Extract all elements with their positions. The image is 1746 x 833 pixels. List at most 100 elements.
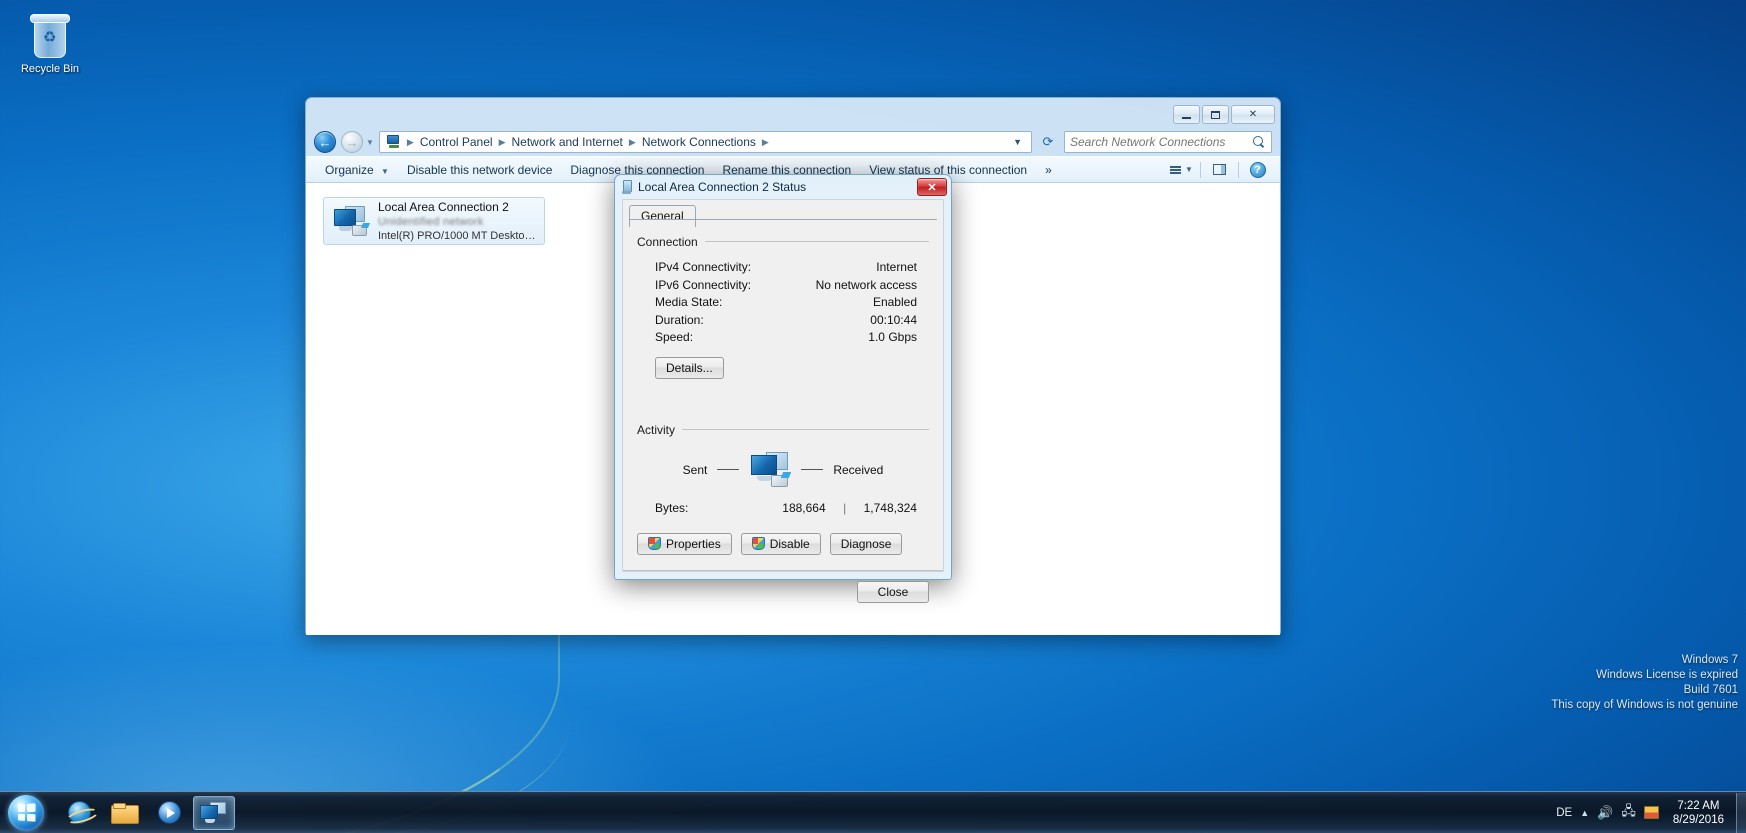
action-center-flag-icon[interactable] [1643, 806, 1659, 819]
connection-rows: IPv4 Connectivity: Internet IPv6 Connect… [637, 251, 929, 347]
taskbar-media-player[interactable] [148, 796, 190, 830]
breadcrumb-control-panel[interactable]: Control Panel [416, 133, 497, 151]
received-label: Received [833, 462, 884, 477]
dialog-titlebar[interactable]: Local Area Connection 2 Status ✕ [615, 175, 951, 199]
details-button[interactable]: Details... [655, 356, 724, 379]
connection-group: Connection IPv4 Connectivity: Internet I… [637, 233, 929, 379]
breadcrumb-separator-icon[interactable]: ▶ [760, 137, 771, 148]
taskbar-internet-explorer[interactable] [58, 796, 100, 830]
properties-label: Properties [666, 536, 721, 551]
show-desktop-button[interactable] [1736, 792, 1746, 833]
bytes-divider: | [843, 500, 847, 515]
row-media-state: Media State: Enabled [655, 294, 929, 312]
address-dropdown-icon[interactable]: ▼ [1007, 137, 1028, 147]
search-input[interactable] [1070, 135, 1253, 149]
media-state-label: Media State: [655, 295, 723, 309]
media-state-value: Enabled [872, 295, 917, 309]
speed-label: Speed: [655, 330, 694, 344]
change-view-button[interactable]: ▼ [1169, 160, 1194, 180]
activity-computer-icon [749, 451, 791, 489]
refresh-button[interactable]: ⟳ [1037, 131, 1059, 153]
explorer-titlebar[interactable]: ✕ [306, 98, 1280, 128]
organize-label: Organize [325, 162, 374, 177]
taskbar: DE ▲ 🔊 🖧 7:22 AM 8/29/2016 [0, 791, 1746, 833]
organize-button[interactable]: Organize ▼ [316, 160, 398, 180]
taskbar-windows-explorer[interactable] [103, 796, 145, 830]
breadcrumb-network-connections[interactable]: Network Connections [638, 133, 760, 151]
tab-underline [629, 219, 937, 220]
properties-button[interactable]: Properties [637, 532, 732, 555]
watermark-line-2: Windows License is expired [1596, 669, 1738, 681]
desktop-icon-recycle-bin[interactable]: ♻ Recycle Bin [8, 10, 92, 76]
taskbar-network-connections[interactable] [193, 795, 235, 830]
list-item[interactable]: Local Area Connection 2 Unidentified net… [323, 197, 545, 245]
show-hidden-icons-chevron-icon[interactable]: ▲ [1580, 808, 1589, 818]
bytes-sent-value: 188,664 [782, 500, 826, 515]
help-icon: ? [1249, 161, 1266, 178]
language-indicator[interactable]: DE [1556, 807, 1572, 819]
forward-button[interactable]: → [341, 131, 363, 153]
status-dialog: Local Area Connection 2 Status ✕ General… [614, 174, 952, 603]
bytes-received-value: 1,748,324 [863, 500, 917, 515]
window-controls: ✕ [1173, 105, 1275, 124]
ipv6-connectivity-value: No network access [815, 277, 917, 292]
disable-button[interactable]: Disable [740, 532, 821, 555]
tab-strip: General [623, 200, 943, 227]
details-button-wrap: Details... [637, 347, 929, 379]
minimize-button[interactable] [1173, 105, 1200, 124]
recycle-bin-icon: ♻ [27, 10, 73, 60]
disable-label: Disable [769, 536, 810, 551]
row-bytes: Bytes: 188,664 | 1,748,324 [637, 501, 929, 515]
connection-group-title: Connection [637, 235, 705, 249]
network-folder-icon [386, 134, 402, 150]
action-buttons: Properties Disable Diagnose [623, 532, 943, 555]
ipv6-connectivity-label: IPv6 Connectivity: [655, 277, 752, 292]
ipv4-connectivity-value: Internet [876, 260, 917, 274]
recycle-bin-label: Recycle Bin [20, 63, 80, 75]
network-adapter-icon [332, 204, 370, 238]
dialog-close-action-button[interactable]: Close [857, 580, 929, 603]
dialog-title: Local Area Connection 2 Status [638, 180, 807, 194]
taskbar-apps [58, 795, 235, 830]
help-button[interactable]: ? [1245, 160, 1270, 180]
connection-adapter-name: Intel(R) PRO/1000 MT Desktop Ad... [378, 230, 536, 242]
row-duration: Duration: 00:10:44 [655, 312, 929, 330]
recent-pages-chevron-icon[interactable]: ▼ [366, 138, 374, 147]
list-item-text: Local Area Connection 2 Unidentified net… [378, 200, 536, 242]
start-button[interactable] [2, 793, 50, 833]
uac-shield-icon [751, 537, 765, 550]
tab-general[interactable]: General [629, 205, 696, 227]
dialog-close-button[interactable]: ✕ [917, 178, 947, 196]
network-tray-icon[interactable]: 🖧 [1621, 802, 1636, 824]
sent-line-icon [717, 469, 740, 470]
back-button[interactable]: ← [314, 131, 336, 153]
search-box[interactable] [1064, 131, 1272, 153]
breadcrumb-separator-icon[interactable]: ▶ [497, 137, 508, 148]
breadcrumb-separator-icon[interactable]: ▶ [405, 137, 416, 148]
command-disable-device[interactable]: Disable this network device [398, 160, 561, 180]
duration-label: Duration: [655, 312, 704, 327]
maximize-button[interactable] [1202, 105, 1229, 124]
command-overflow-button[interactable]: » [1036, 160, 1061, 180]
address-input[interactable]: ▶ Control Panel ▶ Network and Internet ▶… [378, 131, 1032, 153]
row-ipv6-connectivity: IPv6 Connectivity: No network access [655, 277, 929, 295]
toolbar-divider [1200, 161, 1201, 178]
chevron-down-icon: ▼ [1185, 165, 1193, 174]
preview-pane-button[interactable] [1207, 160, 1232, 180]
toolbar-divider [1238, 161, 1239, 178]
network-connections-icon [200, 801, 228, 824]
preview-pane-icon [1213, 164, 1226, 175]
internet-explorer-icon [67, 801, 91, 824]
volume-icon[interactable]: 🔊 [1597, 805, 1613, 821]
clock-time: 7:22 AM [1677, 799, 1720, 812]
breadcrumb-network-and-internet[interactable]: Network and Internet [507, 133, 626, 151]
duration-value: 00:10:44 [870, 312, 917, 327]
uac-shield-icon [648, 537, 661, 550]
diagnose-button[interactable]: Diagnose [829, 532, 903, 555]
close-button[interactable]: ✕ [1231, 105, 1275, 124]
watermark-line-4: This copy of Windows is not genuine [1551, 699, 1738, 711]
clock[interactable]: 7:22 AM 8/29/2016 [1667, 799, 1730, 827]
breadcrumb-separator-icon[interactable]: ▶ [627, 137, 638, 148]
row-ipv4-connectivity: IPv4 Connectivity: Internet [655, 259, 929, 277]
clock-date: 8/29/2016 [1672, 813, 1724, 826]
